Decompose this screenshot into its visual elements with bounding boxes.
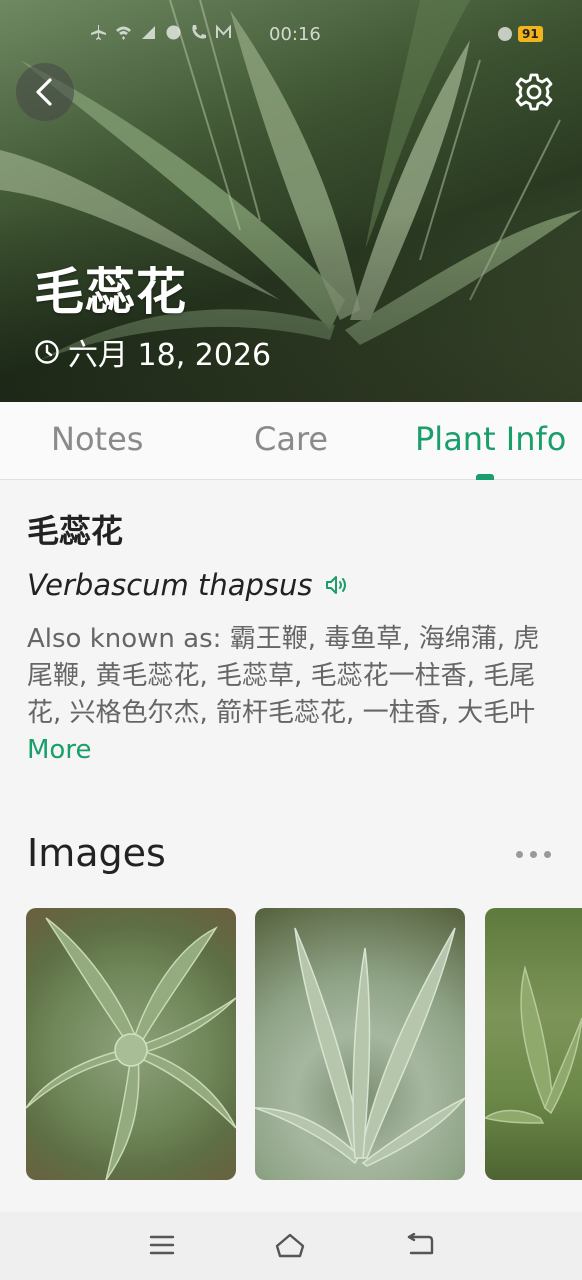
more-link[interactable]: More <box>27 735 91 765</box>
hero-photo: 00:16 91 毛蕊花 六月 18, 2026 <box>0 0 582 402</box>
more-options-icon[interactable] <box>516 846 556 862</box>
speaker-icon[interactable] <box>325 574 351 596</box>
tab-notes[interactable]: Notes <box>51 420 143 458</box>
tab-bar: Notes Care Plant Info <box>0 402 582 480</box>
phone-icon <box>190 24 207 41</box>
plant-common-name: 毛蕊花 <box>27 512 124 550</box>
chevron-left-icon <box>36 78 52 106</box>
home-icon <box>275 1233 305 1258</box>
plant-image-thumbnail[interactable] <box>255 908 465 1180</box>
active-tab-indicator <box>476 474 494 480</box>
clock-icon <box>35 340 59 364</box>
back-button[interactable] <box>16 63 74 121</box>
home-button[interactable] <box>273 1230 307 1260</box>
date-label: 六月 18, 2026 <box>68 338 272 373</box>
notification-dot-icon <box>165 24 182 41</box>
tab-plant-info[interactable]: Plant Info <box>415 420 566 458</box>
airplane-mode-icon <box>90 24 107 41</box>
mail-icon <box>215 24 232 41</box>
images-section-title: Images <box>27 831 166 875</box>
battery-indicator: 91 <box>518 26 543 42</box>
gear-icon <box>515 73 553 111</box>
settings-button[interactable] <box>508 66 560 118</box>
also-known-as: Also known as: 霸王鞭, 毒鱼草, 海绵蒲, 虎尾鞭, 黄毛蕊花,… <box>27 621 552 769</box>
plant-image-thumbnail[interactable] <box>485 908 582 1180</box>
clock: 00:16 <box>269 24 321 45</box>
status-bar: 00:16 91 <box>0 22 582 52</box>
status-dot-icon <box>498 27 512 41</box>
plant-date: 六月 18, 2026 <box>34 330 271 374</box>
system-navigation-bar <box>0 1212 582 1280</box>
wifi-icon <box>115 24 132 41</box>
back-arrow-icon <box>407 1233 434 1255</box>
menu-icon <box>149 1235 175 1255</box>
signal-icon <box>140 24 157 41</box>
scientific-name: Verbascum thapsus <box>27 568 313 602</box>
plant-image-thumbnail[interactable] <box>26 908 236 1180</box>
aka-prefix: Also known as: <box>27 624 230 654</box>
recent-apps-button[interactable] <box>145 1230 179 1260</box>
tab-care[interactable]: Care <box>254 420 328 458</box>
plant-title: 毛蕊花 <box>34 263 187 321</box>
scientific-name-row: Verbascum thapsus <box>27 568 351 602</box>
system-back-button[interactable] <box>403 1230 437 1260</box>
